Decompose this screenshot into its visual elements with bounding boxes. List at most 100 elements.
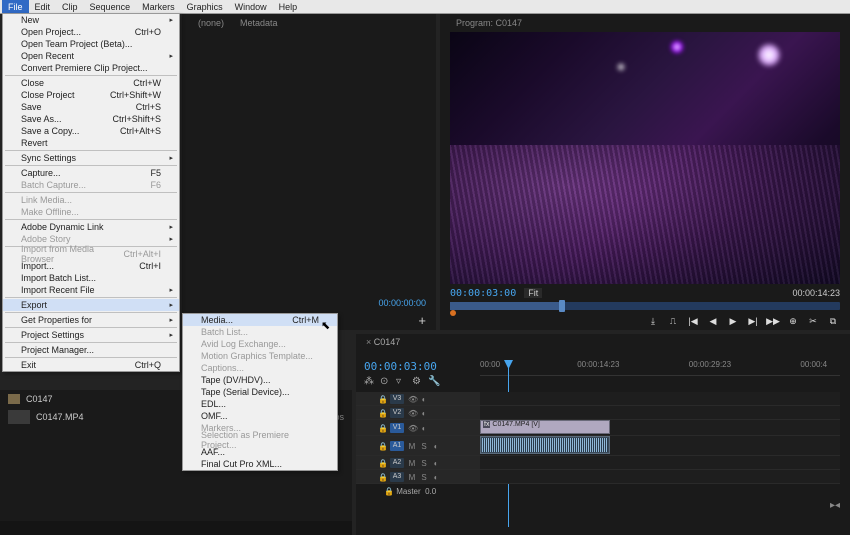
menu-item[interactable]: Selection as Premiere Project... — [183, 434, 337, 446]
marker-icon[interactable]: ▿ — [396, 376, 406, 386]
step-forward-button[interactable]: ▶| — [746, 314, 760, 328]
go-to-out-button[interactable]: ▶▶ — [766, 314, 780, 328]
track-content[interactable] — [480, 406, 840, 419]
menu-item[interactable]: New — [3, 14, 179, 26]
menu-item[interactable]: EDL... — [183, 398, 337, 410]
menu-item[interactable]: Import Batch List... — [3, 272, 179, 284]
menu-item[interactable]: Tape (DV/HDV)... — [183, 374, 337, 386]
mark-in-button[interactable]: ⤓ — [646, 314, 660, 328]
menu-item[interactable]: Tape (Serial Device)... — [183, 386, 337, 398]
add-marker-icon[interactable]: + — [418, 313, 426, 328]
track-content[interactable] — [480, 436, 840, 455]
track-header-v2[interactable]: 🔒V2👁◐ — [356, 406, 480, 419]
timeline-ruler[interactable]: 00:00 00:00:14:23 00:00:29:23 00:00:4 — [480, 360, 840, 376]
menu-item[interactable]: Export — [3, 299, 179, 311]
menu-item[interactable]: Final Cut Pro XML... — [183, 458, 337, 470]
menu-item[interactable]: Project Settings — [3, 329, 179, 341]
menu-item[interactable]: Open Project...Ctrl+O — [3, 26, 179, 38]
menu-help[interactable]: Help — [273, 0, 304, 14]
track-header-a2[interactable]: 🔒A2MS◐ — [356, 456, 480, 469]
settings-icon[interactable]: ⚙ — [412, 376, 422, 386]
menu-item[interactable]: CloseCtrl+W — [3, 77, 179, 89]
linked-selection-icon[interactable]: ⊙ — [380, 376, 390, 386]
timeline-tools: ⁂ ⊙ ▿ ⚙ 🔧 — [356, 376, 476, 390]
playhead-icon[interactable] — [559, 300, 565, 312]
file-menu-dropdown: NewOpen Project...Ctrl+OOpen Team Projec… — [2, 13, 180, 372]
track-header-a3[interactable]: 🔒A3MS◐ — [356, 470, 480, 483]
menu-item[interactable]: Link Media... — [3, 194, 179, 206]
menu-item[interactable]: Avid Log Exchange... — [183, 338, 337, 350]
menu-window[interactable]: Window — [229, 0, 273, 14]
menu-item[interactable]: Batch Capture...F6 — [3, 179, 179, 191]
tracks-area: 🔒V3👁◐ 🔒V2👁◐ 🔒V1👁◐ fx C0147.MP4 [V] 🔒A1MS… — [356, 392, 840, 527]
menu-item[interactable]: SaveCtrl+S — [3, 101, 179, 113]
menu-item[interactable]: Capture...F5 — [3, 167, 179, 179]
program-scrubber[interactable] — [450, 302, 840, 310]
menu-markers[interactable]: Markers — [136, 0, 181, 14]
overwrite-button[interactable]: ✂ — [806, 314, 820, 328]
sequence-name-tab[interactable]: C0147 — [374, 337, 401, 347]
menu-graphics[interactable]: Graphics — [181, 0, 229, 14]
menu-sequence[interactable]: Sequence — [84, 0, 137, 14]
program-controls: 00:00:03:00 Fit 00:00:14:23 ⤓ ⎍ |◀ ◀ ▶ ▶… — [440, 286, 850, 330]
track-content[interactable]: fx C0147.MP4 [V] — [480, 420, 840, 435]
menu-item[interactable]: Save As...Ctrl+Shift+S — [3, 113, 179, 125]
program-video-preview[interactable] — [450, 32, 840, 284]
track-header-v3[interactable]: 🔒V3👁◐ — [356, 392, 480, 405]
track-content[interactable] — [480, 470, 840, 483]
menu-edit[interactable]: Edit — [29, 0, 57, 14]
menu-item[interactable]: Get Properties for — [3, 314, 179, 326]
export-frame-button[interactable]: ⧉ — [826, 314, 840, 328]
video-clip[interactable]: fx C0147.MP4 [V] — [480, 420, 610, 434]
step-back-button[interactable]: ◀ — [706, 314, 720, 328]
menu-item[interactable]: OMF... — [183, 410, 337, 422]
audio-clip[interactable] — [480, 436, 610, 454]
menu-clip[interactable]: Clip — [56, 0, 84, 14]
menu-item[interactable]: Import...Ctrl+I — [3, 260, 179, 272]
menu-item[interactable]: Batch List... — [183, 326, 337, 338]
source-timecode: 00:00:00:00 — [378, 298, 426, 308]
source-tab[interactable]: (none) — [190, 14, 232, 32]
bin-item-name: C0147 — [26, 394, 53, 404]
go-to-in-button[interactable]: |◀ — [686, 314, 700, 328]
ruler-tick: 00:00:14:23 — [577, 360, 619, 369]
in-point-icon[interactable] — [450, 310, 456, 316]
zoom-handle-icon[interactable]: ▸◂ — [830, 500, 840, 511]
menu-item[interactable]: Save a Copy...Ctrl+Alt+S — [3, 125, 179, 137]
menu-item[interactable]: Media...Ctrl+M — [183, 314, 337, 326]
menu-item[interactable]: Make Offline... — [3, 206, 179, 218]
wrench-icon[interactable]: 🔧 — [428, 376, 438, 386]
menu-item[interactable]: Revert — [3, 137, 179, 149]
track-content[interactable] — [480, 456, 840, 469]
menu-item[interactable]: Open Recent — [3, 50, 179, 62]
master-track: 🔒 Master 0.0 — [356, 484, 840, 498]
mark-out-button[interactable]: ⎍ — [666, 314, 680, 328]
metadata-tab[interactable]: Metadata — [232, 14, 286, 32]
insert-button[interactable]: ⊕ — [786, 314, 800, 328]
track-row: 🔒A3MS◐ — [356, 470, 840, 484]
program-tab[interactable]: Program: C0147 — [448, 14, 530, 32]
menu-item[interactable]: Sync Settings — [3, 152, 179, 164]
menu-item[interactable]: Import from Media BrowserCtrl+Alt+I — [3, 248, 179, 260]
zoom-fit-dropdown[interactable]: Fit — [524, 288, 542, 298]
menu-item[interactable]: Motion Graphics Template... — [183, 350, 337, 362]
track-header-a1[interactable]: 🔒A1MS◐ — [356, 436, 480, 455]
program-duration: 00:00:14:23 — [792, 288, 840, 298]
snap-icon[interactable]: ⁂ — [364, 376, 374, 386]
track-content[interactable] — [480, 392, 840, 405]
menu-item[interactable]: Project Manager... — [3, 344, 179, 356]
menu-item[interactable]: Convert Premiere Clip Project... — [3, 62, 179, 74]
program-timecode[interactable]: 00:00:03:00 — [450, 288, 516, 299]
sequence-icon — [8, 394, 20, 404]
menu-item[interactable]: Close ProjectCtrl+Shift+W — [3, 89, 179, 101]
track-header-v1[interactable]: 🔒V1👁◐ — [356, 420, 480, 435]
menu-item[interactable]: ExitCtrl+Q — [3, 359, 179, 371]
timeline-timecode[interactable]: 00:00:03:00 — [364, 360, 437, 373]
play-button[interactable]: ▶ — [726, 314, 740, 328]
program-monitor-panel: Program: C0147 00:00:03:00 Fit 00:00:14:… — [440, 14, 850, 330]
menu-item[interactable]: Adobe Dynamic Link — [3, 221, 179, 233]
menu-item[interactable]: Captions... — [183, 362, 337, 374]
menu-file[interactable]: File — [2, 0, 29, 14]
menu-item[interactable]: Open Team Project (Beta)... — [3, 38, 179, 50]
menu-item[interactable]: Import Recent File — [3, 284, 179, 296]
